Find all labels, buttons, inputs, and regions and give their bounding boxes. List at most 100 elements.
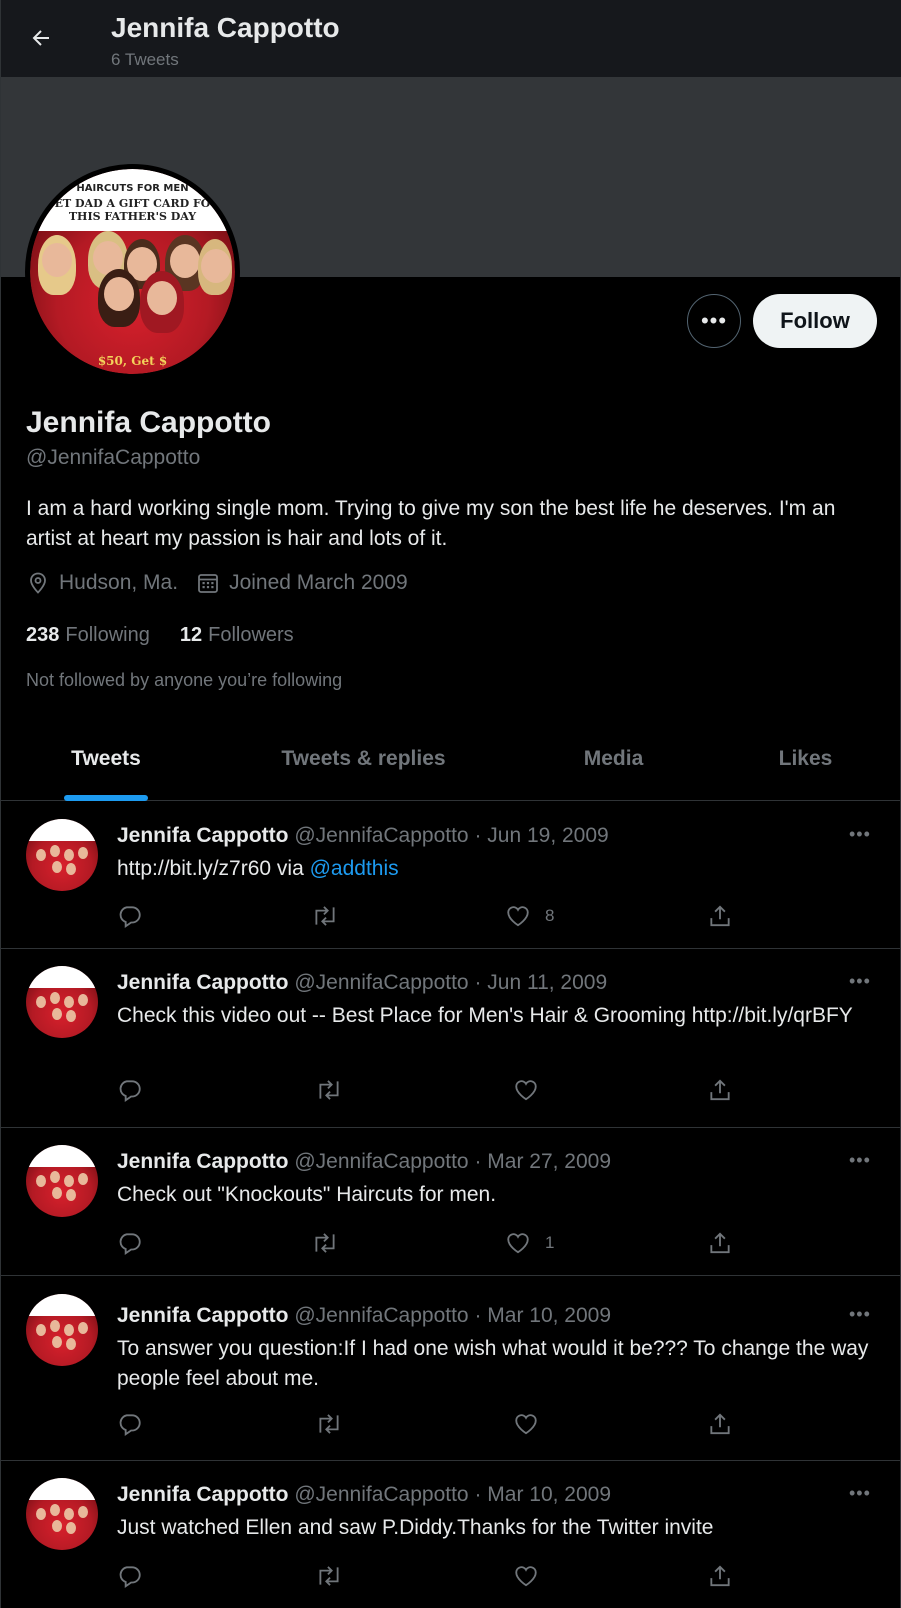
retweet-button[interactable] (315, 1077, 343, 1103)
tweet-more-button[interactable]: ••• (849, 1150, 871, 1171)
reply-icon (119, 1414, 141, 1437)
tweet-count: 6 Tweets (111, 50, 179, 69)
profile-location: Hudson, Ma. (26, 571, 178, 595)
tweet-meta: @JennifaCappotto · Mar 10, 2009 (294, 1304, 612, 1327)
followers-count: 12 (179, 624, 203, 646)
tweet-meta: @JennifaCappotto · Jun 19, 2009 (294, 824, 609, 847)
avatar-banner-band (26, 966, 98, 988)
avatar-figure (52, 1187, 62, 1199)
avatar-figure (64, 1508, 74, 1520)
tweet-more-button[interactable]: ••• (849, 971, 871, 992)
followers-label: Followers (208, 624, 294, 646)
avatar-figure (50, 845, 60, 857)
avatar-figure (201, 249, 231, 283)
tweet-actions: 8 (117, 903, 757, 933)
tweet-author-name[interactable]: Jennifa Cappotto (117, 1304, 289, 1327)
like-button[interactable] (513, 1563, 553, 1589)
tweet-header: Jennifa Cappotto @JennifaCappotto · Mar … (117, 1483, 611, 1507)
tweet-avatar[interactable] (26, 1478, 98, 1550)
avatar-figure (78, 994, 88, 1006)
reply-button[interactable] (117, 1563, 143, 1589)
reply-button[interactable] (117, 1077, 143, 1103)
tweet-meta: @JennifaCappotto · Jun 11, 2009 (294, 971, 608, 994)
like-button[interactable] (513, 1411, 553, 1437)
tweet-author-name[interactable]: Jennifa Cappotto (117, 824, 289, 847)
tweet-more-button[interactable]: ••• (849, 1483, 871, 1504)
retweet-button[interactable] (311, 903, 339, 929)
tweet-more-button[interactable]: ••• (849, 1304, 871, 1325)
share-button[interactable] (707, 903, 733, 929)
avatar-figure (50, 1504, 60, 1516)
like-button[interactable]: 1 (505, 1230, 554, 1256)
tab-tweets[interactable]: Tweets (1, 716, 211, 801)
share-button[interactable] (707, 1077, 733, 1103)
following-count: 238 (26, 624, 60, 646)
tab-label: Tweets & replies (281, 746, 446, 770)
avatar-banner-band (26, 819, 98, 841)
like-icon (507, 1233, 529, 1254)
profile-bio: I am a hard working single mom. Trying t… (26, 497, 836, 550)
follow-button[interactable]: Follow (753, 294, 877, 348)
avatar-text-line: $50, Get $ (97, 354, 168, 368)
tweet-author-name[interactable]: Jennifa Cappotto (117, 971, 289, 994)
reply-button[interactable] (117, 1411, 143, 1437)
reply-button[interactable] (117, 1230, 143, 1256)
like-icon (515, 1566, 537, 1587)
avatar-text-line: HAIRCUTS FOR MEN (76, 183, 189, 194)
like-icon (515, 1414, 537, 1435)
retweet-button[interactable] (315, 1563, 343, 1589)
avatar-figure (66, 1189, 76, 1201)
following-link[interactable]: 238 Following (26, 624, 150, 647)
tweet-more-button[interactable]: ••• (849, 824, 871, 845)
tweet[interactable]: Jennifa Cappotto @JennifaCappotto · Jun … (1, 949, 901, 1128)
tweet-header: Jennifa Cappotto @JennifaCappotto · Jun … (117, 971, 607, 995)
avatar-figure (52, 1336, 62, 1348)
tweet-body: To answer you question:If I had one wish… (117, 1337, 869, 1390)
avatar-figure (66, 863, 76, 875)
tweet[interactable]: Jennifa Cappotto @JennifaCappotto · Mar … (1, 1461, 901, 1608)
tweet[interactable]: Jennifa Cappotto @JennifaCappotto · Jun … (1, 801, 901, 949)
share-button[interactable] (707, 1230, 733, 1256)
tweet-mention-link[interactable]: @addthis (310, 857, 399, 880)
reply-icon (119, 1566, 141, 1589)
more-options-button[interactable]: ••• (687, 294, 741, 348)
tweet-avatar[interactable] (26, 819, 98, 891)
tab-likes[interactable]: Likes (711, 716, 900, 801)
reply-button[interactable] (117, 903, 143, 929)
avatar-figure (78, 1506, 88, 1518)
tab-media[interactable]: Media (516, 716, 711, 801)
profile-avatar[interactable]: HAIRCUTS FOR MEN ET DAD A GIFT CARD FO T… (25, 164, 240, 379)
tweet-avatar[interactable] (26, 966, 98, 1038)
avatar-figure (64, 1324, 74, 1336)
avatar-figure (36, 996, 46, 1008)
tweet-avatar[interactable] (26, 1294, 98, 1366)
profile-meta: Hudson, Ma. Joined March 2009 (26, 571, 426, 595)
tweet[interactable]: Jennifa Cappotto @JennifaCappotto · Mar … (1, 1276, 901, 1461)
like-icon (507, 906, 529, 927)
share-button[interactable] (707, 1563, 733, 1589)
retweet-button[interactable] (311, 1230, 339, 1256)
tweet-actions: 1 (117, 1230, 757, 1260)
retweet-button[interactable] (315, 1411, 343, 1437)
profile-tabs: Tweets Tweets & replies Media Likes (1, 716, 901, 801)
tab-tweets-replies[interactable]: Tweets & replies (211, 716, 516, 801)
retweet-icon (319, 1414, 339, 1434)
tweet-avatar[interactable] (26, 1145, 98, 1217)
tweet[interactable]: Jennifa Cappotto @JennifaCappotto · Mar … (1, 1128, 901, 1276)
like-button[interactable]: 8 (505, 903, 554, 929)
tweet-body: Check out "Knockouts" Haircuts for men. (117, 1183, 497, 1206)
tweet-author-name[interactable]: Jennifa Cappotto (117, 1483, 289, 1506)
tweet-text: Check this video out -- Best Place for M… (117, 1001, 877, 1031)
like-count: 8 (545, 906, 555, 925)
followers-link[interactable]: 12 Followers (180, 624, 294, 647)
calendar-icon (198, 574, 218, 593)
avatar-figure (36, 1324, 46, 1336)
back-button[interactable] (21, 18, 61, 58)
like-button[interactable] (513, 1077, 553, 1103)
tweet-author-name[interactable]: Jennifa Cappotto (117, 1150, 289, 1173)
avatar-image: HAIRCUTS FOR MEN ET DAD A GIFT CARD FO T… (30, 169, 235, 374)
top-bar: Jennifa Cappotto 6 Tweets (1, 0, 901, 77)
like-icon (515, 1080, 537, 1101)
like-count: 1 (545, 1233, 555, 1252)
share-button[interactable] (707, 1411, 733, 1437)
